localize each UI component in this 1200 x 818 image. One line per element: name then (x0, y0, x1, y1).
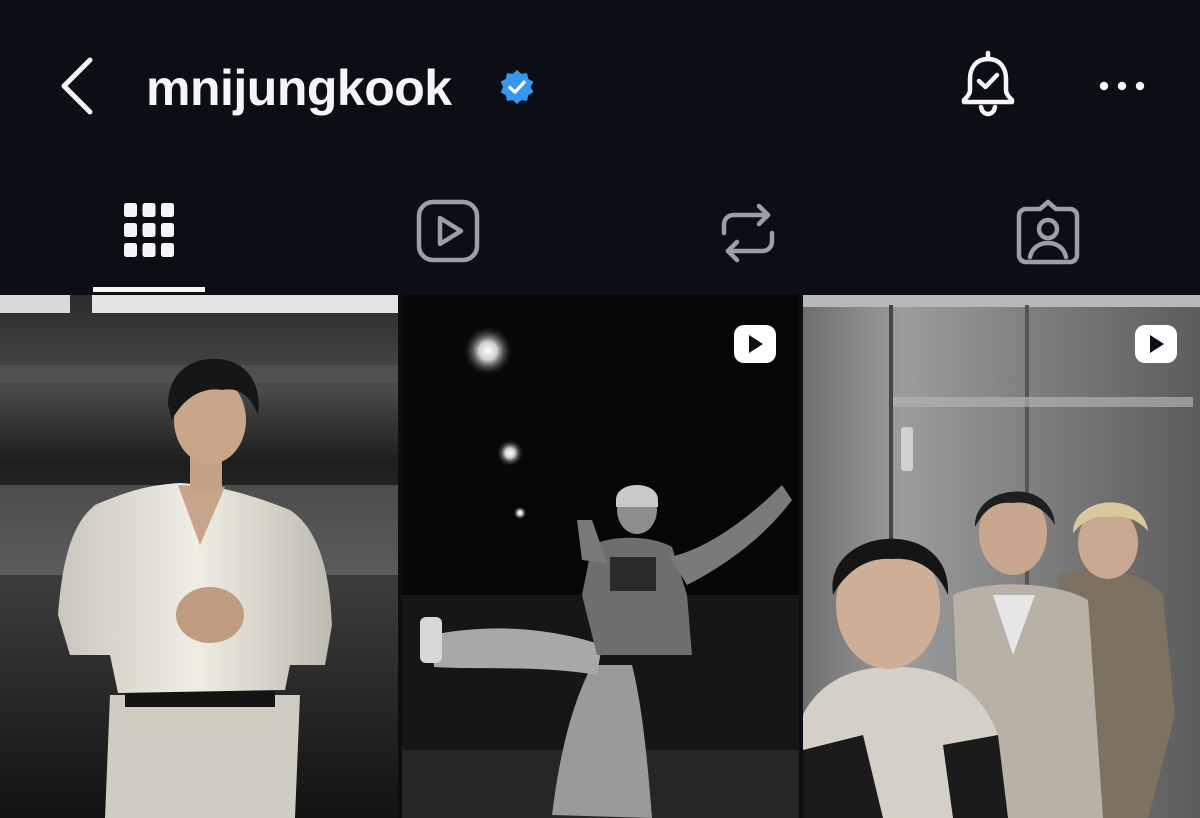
notifications-button[interactable] (956, 50, 1020, 122)
tab-tagged[interactable] (988, 175, 1108, 295)
post-image (402, 295, 799, 818)
post-thumbnail-3[interactable] (803, 295, 1200, 818)
tagged-person-icon (1016, 199, 1080, 265)
active-tab-indicator (93, 287, 205, 292)
grid-icon (124, 203, 174, 257)
post-image (803, 295, 1200, 818)
tab-posts[interactable] (90, 175, 208, 295)
bell-check-icon (961, 50, 1015, 117)
more-options-button[interactable] (1094, 66, 1150, 106)
tab-reels[interactable] (388, 175, 508, 295)
post-thumbnail-2[interactable] (402, 295, 799, 818)
reels-play-icon (416, 199, 480, 263)
reel-badge-icon (1135, 325, 1177, 363)
posts-grid (0, 295, 1200, 818)
profile-username: mnijungkook (146, 60, 452, 116)
profile-header: mnijungkook (0, 0, 1200, 175)
post-thumbnail-1[interactable] (0, 295, 398, 818)
post-image (0, 295, 398, 818)
back-button[interactable] (52, 52, 104, 120)
tab-reposts[interactable] (688, 175, 808, 295)
profile-screen: mnijungkook (0, 0, 1200, 818)
profile-tabs (0, 175, 1200, 295)
verified-badge-icon (500, 69, 534, 105)
reel-badge-icon (734, 325, 776, 363)
more-horizontal-icon (1099, 81, 1145, 91)
chevron-left-icon (61, 57, 93, 115)
repost-icon (721, 203, 775, 263)
